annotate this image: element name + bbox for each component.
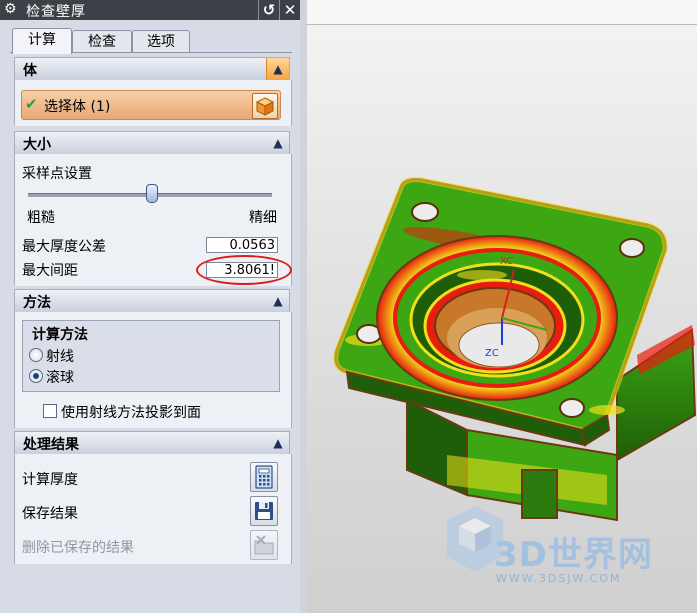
tab-check[interactable]: 检查 <box>72 30 132 53</box>
body-section-title: 体 <box>23 63 37 79</box>
watermark-text: 3D世界网 <box>494 535 653 575</box>
dialog-title: 检查壁厚 <box>26 4 86 20</box>
body-section-header[interactable]: 体 ▲ <box>14 57 290 81</box>
radio-ray-label[interactable]: 射线 <box>46 346 74 366</box>
project-to-face-checkbox[interactable] <box>43 404 57 418</box>
max-thickness-tolerance-field[interactable]: 0.0563 <box>206 237 278 253</box>
collapse-up-icon[interactable]: ▲ <box>267 432 289 454</box>
select-body-label: 选择体 (1) <box>44 99 111 115</box>
select-body-row[interactable]: ✔ 选择体 (1) <box>21 90 281 120</box>
save-results-button[interactable] <box>250 496 278 526</box>
close-button[interactable]: ✕ <box>279 0 300 20</box>
collapse-up-icon[interactable]: ▲ <box>267 132 289 154</box>
results-section-header[interactable]: 处理结果 ▲ <box>14 431 290 455</box>
calculator-icon <box>255 465 273 489</box>
delete-folder-icon <box>254 535 274 555</box>
project-to-face-label[interactable]: 使用射线方法投影到面 <box>61 402 201 422</box>
floppy-disk-icon <box>255 502 273 520</box>
radio-ray[interactable] <box>29 348 43 362</box>
delete-saved-results-label: 删除已保存的结果 <box>22 540 134 556</box>
axis-z-label: ZC <box>485 348 499 359</box>
slider-min-label: 粗糙 <box>27 210 55 226</box>
solid-body-cube-icon[interactable] <box>252 93 278 119</box>
delete-saved-results-button[interactable] <box>250 530 278 560</box>
radio-rolling-ball[interactable] <box>29 369 43 383</box>
max-spacing-label: 最大间距 <box>22 263 78 279</box>
tab-options[interactable]: 选项 <box>132 30 190 53</box>
max-thickness-tolerance-label: 最大厚度公差 <box>22 239 106 255</box>
radio-rolling-ball-label[interactable]: 滚球 <box>46 367 74 387</box>
dialog-titlebar: ⚙ 检查壁厚 ↺ ✕ <box>0 0 300 20</box>
save-results-label: 保存结果 <box>22 506 78 522</box>
check-wall-thickness-dialog: ⚙ 检查壁厚 ↺ ✕ 计算 检查 选项 体 ▲ ✔ 选择体 (1) 大小 ▲ 采… <box>0 0 301 613</box>
gear-icon[interactable]: ⚙ <box>4 1 17 17</box>
reset-button[interactable]: ↺ <box>258 0 279 20</box>
size-section-title: 大小 <box>23 137 51 153</box>
compute-method-title: 计算方法 <box>32 327 88 343</box>
sample-points-label: 采样点设置 <box>22 166 92 182</box>
graphics-viewport[interactable]: XC ZC 3D世界网 WWW.3DSJW.COM <box>307 0 697 613</box>
axis-x-label: XC <box>500 256 513 267</box>
compute-thickness-button[interactable] <box>250 462 278 492</box>
red-annotation-circle <box>196 255 292 285</box>
slider-max-label: 精细 <box>249 210 277 226</box>
method-section-header[interactable]: 方法 ▲ <box>14 289 290 313</box>
collapse-up-icon[interactable]: ▲ <box>267 290 289 312</box>
boss-rings <box>376 235 618 401</box>
compute-thickness-label: 计算厚度 <box>22 472 78 488</box>
thickness-analysis-model[interactable]: XC ZC <box>307 0 697 613</box>
checkmark-icon: ✔ <box>25 95 38 113</box>
tab-compute[interactable]: 计算 <box>12 28 72 54</box>
results-section-title: 处理结果 <box>23 437 79 453</box>
panel-splitter[interactable] <box>300 0 307 613</box>
sample-density-slider-thumb[interactable] <box>146 184 158 203</box>
watermark-url: WWW.3DSJW.COM <box>496 572 622 585</box>
collapse-up-icon[interactable]: ▲ <box>266 58 289 80</box>
method-section-title: 方法 <box>23 295 51 311</box>
size-section-header[interactable]: 大小 ▲ <box>14 131 290 155</box>
